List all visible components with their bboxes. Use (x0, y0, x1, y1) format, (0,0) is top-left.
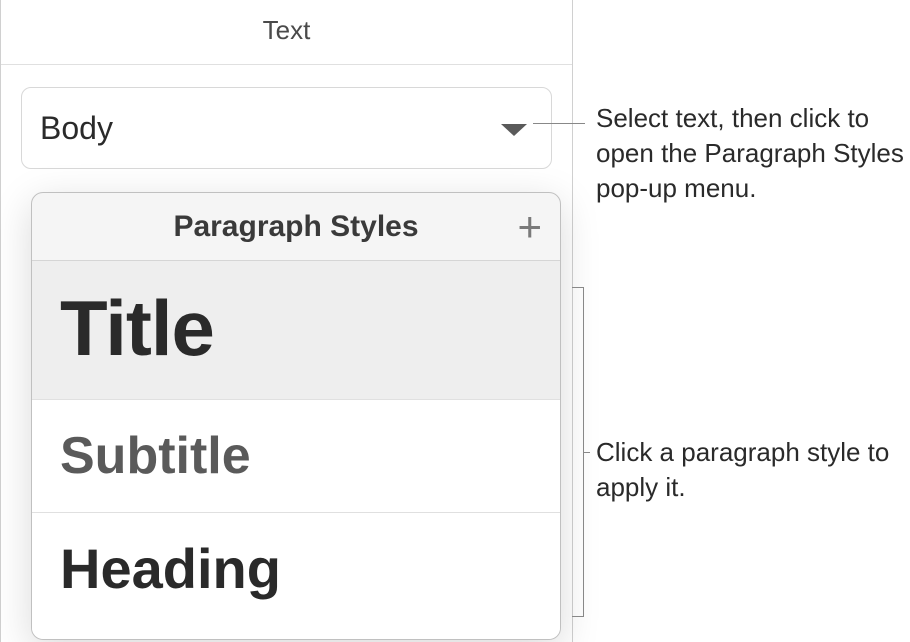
callout-bracket (572, 287, 584, 617)
style-list: Title Subtitle Heading (32, 261, 560, 640)
text-panel: Text Body Paragraph Styles + Title Subti… (0, 0, 573, 642)
style-item-heading[interactable]: Heading (32, 513, 560, 640)
callout-leader-line (533, 123, 585, 124)
panel-header-label: Text (263, 15, 311, 45)
style-label: Heading (60, 537, 281, 600)
chevron-down-icon (501, 124, 527, 136)
callout-bracket-stem (584, 452, 590, 453)
paragraph-styles-popover: Paragraph Styles + Title Subtitle Headin… (31, 192, 561, 640)
style-item-title[interactable]: Title (32, 261, 560, 400)
panel-header: Text (1, 0, 572, 65)
add-style-button[interactable]: + (517, 206, 542, 248)
callout-list: Click a paragraph style to apply it. (596, 435, 896, 505)
current-style-label: Body (40, 110, 113, 147)
popover-header: Paragraph Styles + (32, 193, 560, 261)
style-item-subtitle[interactable]: Subtitle (32, 400, 560, 513)
style-label: Title (60, 284, 214, 372)
popover-title: Paragraph Styles (173, 210, 418, 244)
style-label: Subtitle (60, 427, 251, 485)
paragraph-style-selector[interactable]: Body (21, 87, 552, 169)
callout-selector: Select text, then click to open the Para… (596, 101, 906, 206)
